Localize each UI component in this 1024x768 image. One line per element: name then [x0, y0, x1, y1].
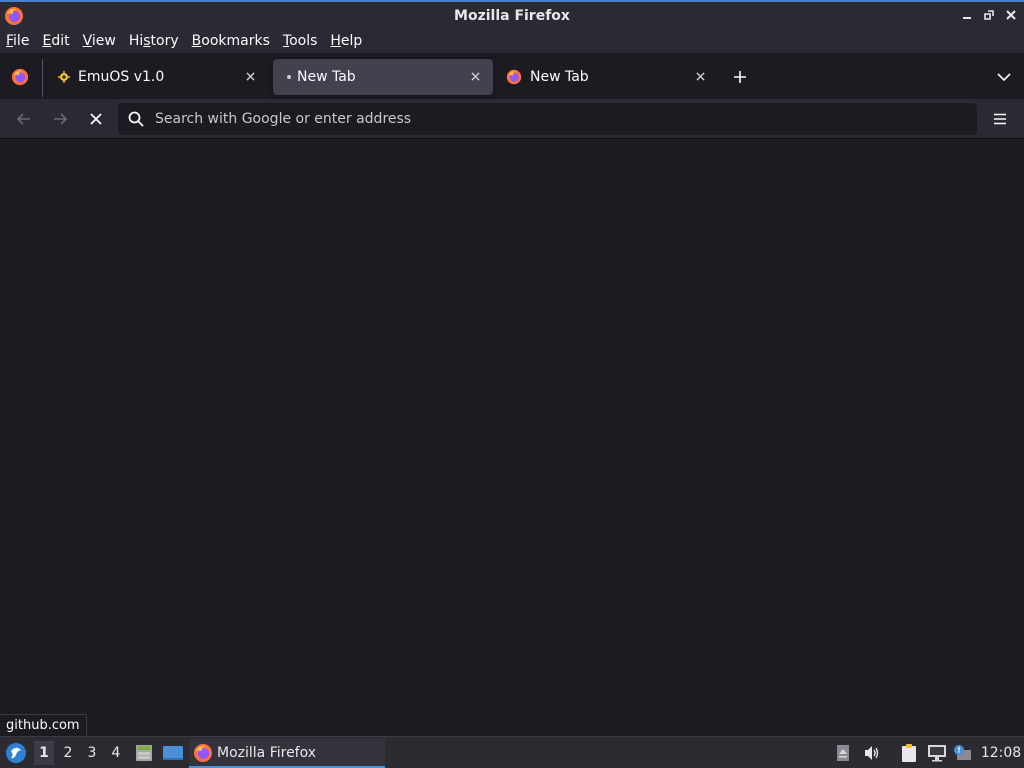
clipboard-button[interactable] [898, 741, 920, 765]
url-input[interactable] [153, 110, 977, 128]
hamburger-menu-icon [994, 113, 1006, 125]
app-menu-button[interactable] [988, 107, 1012, 131]
page-content[interactable] [0, 140, 1024, 736]
firefox-view-button[interactable] [4, 62, 36, 92]
firefox-icon [506, 69, 522, 85]
menu-tools[interactable]: Tools [283, 33, 324, 49]
taskbar: 1 2 3 4 Mozilla Firefox 12:08 [0, 736, 1024, 768]
start-menu-button[interactable] [4, 741, 28, 765]
workspace-4-button[interactable]: 4 [106, 741, 126, 765]
task-label: Mozilla Firefox [217, 744, 317, 761]
desktop-icon [163, 746, 183, 760]
updates-button[interactable] [952, 741, 974, 765]
minimize-button[interactable] [958, 6, 976, 24]
file-manager-launcher[interactable] [133, 741, 155, 765]
close-icon [1006, 10, 1016, 20]
close-icon [90, 113, 102, 125]
tab-emuos[interactable]: EmuOS v1.0 [48, 59, 268, 95]
address-bar[interactable] [118, 103, 977, 135]
close-icon [470, 71, 480, 81]
new-tab-button[interactable] [728, 65, 752, 89]
tab-label: New Tab [297, 69, 356, 85]
back-button[interactable] [12, 107, 36, 131]
close-icon [245, 71, 255, 81]
close-window-button[interactable] [1002, 6, 1020, 24]
volume-button[interactable] [862, 741, 882, 765]
status-panel: github.com [0, 714, 87, 736]
taskbar-firefox-task[interactable]: Mozilla Firefox [189, 739, 385, 768]
workspace-2-button[interactable]: 2 [58, 741, 78, 765]
start-menu-icon [6, 743, 26, 763]
menu-edit[interactable]: Edit [42, 33, 75, 49]
network-button[interactable] [926, 741, 948, 765]
stop-loading-button[interactable] [84, 107, 108, 131]
close-tab-button[interactable] [242, 68, 258, 84]
close-tab-button[interactable] [467, 68, 483, 84]
menu-help[interactable]: Help [330, 33, 368, 49]
minimize-icon [963, 17, 971, 19]
clipboard-icon [902, 744, 916, 762]
search-icon [128, 111, 144, 127]
tab-new-tab-active[interactable]: New Tab [273, 59, 493, 95]
arrow-left-icon [16, 113, 30, 125]
plus-icon [734, 71, 746, 83]
menu-history[interactable]: History [129, 33, 185, 49]
tab-label: EmuOS v1.0 [78, 69, 165, 85]
restore-icon [984, 10, 994, 20]
tab-new-tab[interactable]: New Tab [498, 59, 718, 95]
firefox-icon [11, 68, 29, 86]
arrow-right-icon [54, 113, 68, 125]
update-notification-icon [954, 745, 971, 760]
close-tab-button[interactable] [692, 68, 708, 84]
emuos-favicon-icon [58, 71, 70, 83]
show-desktop-button[interactable] [161, 741, 185, 765]
navigation-toolbar [0, 99, 1024, 139]
maximize-button[interactable] [980, 6, 998, 24]
firefox-icon [194, 743, 212, 762]
clock[interactable]: 12:08 [978, 741, 1024, 765]
workspace-1-button[interactable]: 1 [34, 741, 54, 765]
tab-bar: EmuOS v1.0 New Tab New Tab [0, 53, 1024, 99]
tray-expand-button[interactable] [834, 741, 852, 765]
workspace-3-button[interactable]: 3 [82, 741, 102, 765]
network-wired-icon [928, 745, 946, 762]
menu-view[interactable]: View [83, 33, 122, 49]
forward-button[interactable] [48, 107, 72, 131]
eject-icon [837, 745, 849, 761]
window-titlebar: Mozilla Firefox [0, 0, 1024, 29]
chevron-down-icon [997, 73, 1011, 82]
menu-bar: File Edit View History Bookmarks Tools H… [0, 29, 1024, 53]
menu-bookmarks[interactable]: Bookmarks [192, 33, 276, 49]
tab-label: New Tab [530, 69, 589, 85]
volume-icon [865, 746, 879, 760]
tab-separator [42, 59, 43, 97]
firefox-icon [5, 7, 23, 25]
close-icon [695, 71, 705, 81]
file-cabinet-icon [136, 745, 152, 761]
list-all-tabs-button[interactable] [992, 65, 1016, 89]
menu-file[interactable]: File [6, 33, 35, 49]
loading-dot-icon [287, 75, 291, 79]
window-title: Mozilla Firefox [454, 7, 570, 24]
